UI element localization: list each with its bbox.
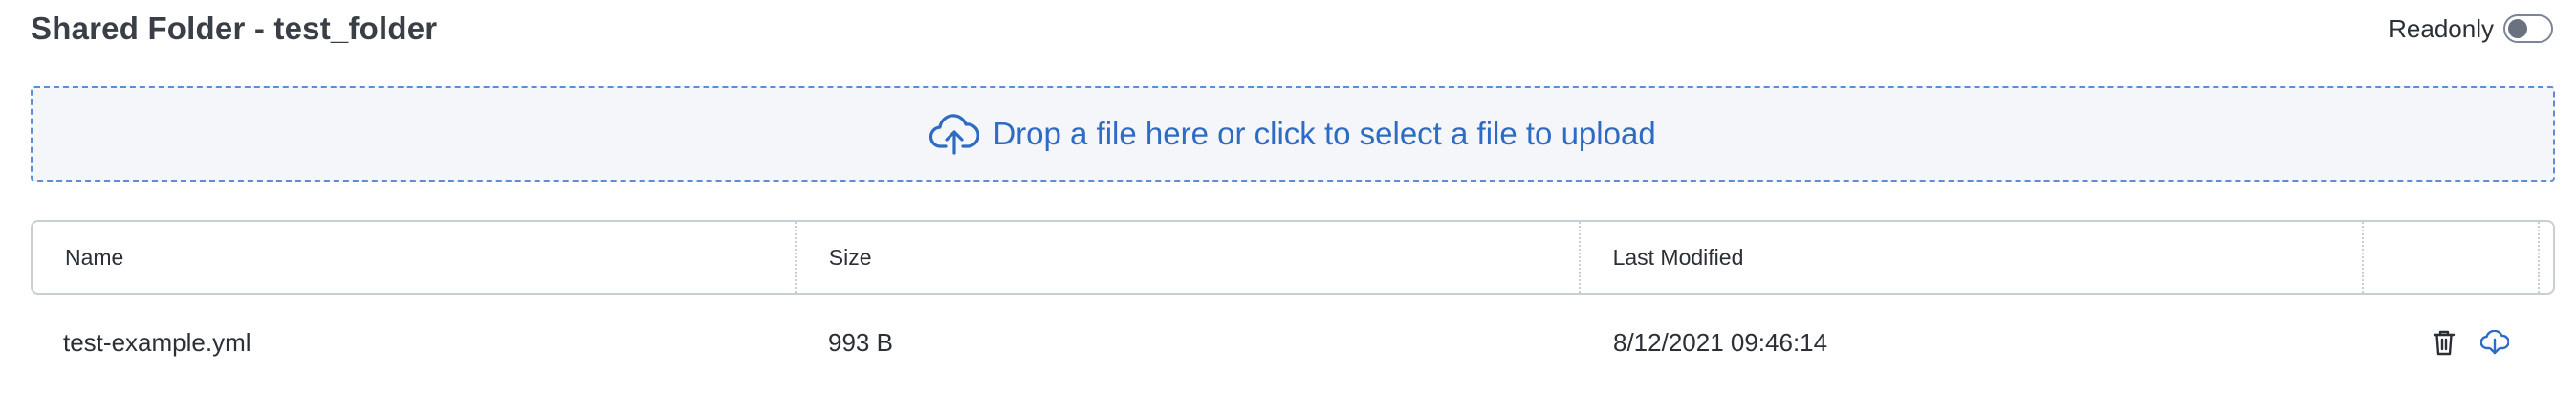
file-size-cell: 993 B	[828, 327, 893, 357]
trash-icon[interactable]	[2433, 329, 2456, 356]
table-header: Name Size Last Modified	[31, 220, 2555, 295]
column-divider	[2538, 222, 2541, 293]
readonly-toggle[interactable]	[2503, 14, 2553, 43]
dropzone-text: Drop a file here or click to select a fi…	[993, 116, 1656, 151]
file-modified-cell: 8/12/2021 09:46:14	[1613, 327, 1828, 357]
files-table: Name Size Last Modified test-example.yml…	[31, 220, 2555, 390]
file-name-cell: test-example.yml	[63, 327, 251, 357]
row-actions	[2366, 329, 2555, 356]
readonly-label: Readonly	[2389, 14, 2494, 43]
column-header-actions	[2364, 222, 2553, 293]
column-header-last-modified[interactable]: Last Modified	[1581, 222, 2365, 293]
table-row[interactable]: test-example.yml 993 B 8/12/2021 09:46:1…	[31, 295, 2555, 390]
readonly-control: Readonly	[2389, 11, 2553, 46]
file-dropzone[interactable]: Drop a file here or click to select a fi…	[31, 86, 2555, 182]
column-header-name[interactable]: Name	[33, 222, 797, 293]
column-header-size[interactable]: Size	[797, 222, 1581, 293]
cloud-download-icon[interactable]	[2480, 330, 2509, 355]
toggle-knob	[2508, 19, 2527, 38]
cloud-upload-icon	[929, 112, 980, 156]
page-title: Shared Folder - test_folder	[31, 11, 438, 46]
